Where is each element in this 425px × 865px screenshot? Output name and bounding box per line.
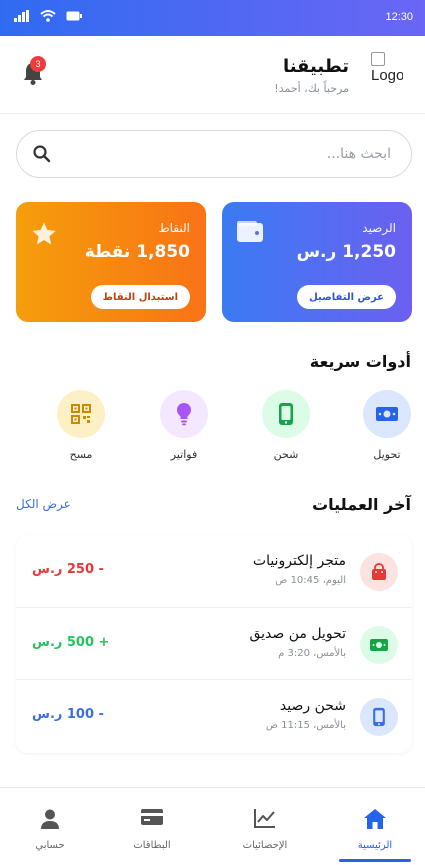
tool-transfer[interactable]: تحويل: [357, 390, 417, 470]
transaction-date: بالأمس، 11:15 ص: [265, 720, 346, 731]
recent-transactions-title: آخر العمليات: [312, 495, 411, 514]
view-details-button[interactable]: عرض التفاصيل: [297, 285, 396, 309]
tool-recharge[interactable]: شحن: [256, 390, 316, 470]
logo-alt-text: Logo: [371, 67, 403, 84]
qr-code-icon: [71, 404, 91, 424]
home-icon: [364, 809, 386, 829]
credit-card-icon: [141, 809, 163, 825]
tool-transfer-label: تحويل: [373, 448, 401, 461]
transaction-name: تحويل من صديق: [249, 626, 346, 642]
status-bar: 12:30: [0, 0, 425, 36]
app-title: تطبيقنا: [282, 56, 349, 77]
nav-item-account[interactable]: حسابي: [0, 788, 100, 865]
tool-recharge-circle: [262, 390, 310, 438]
nav-label-home: الرئيسية: [357, 840, 393, 851]
tool-bills-label: فواتير: [170, 448, 198, 461]
search-bar: [16, 130, 412, 178]
money-transfer-icon: [376, 407, 398, 421]
wifi-icon: [40, 10, 56, 22]
chart-line-icon: [254, 809, 275, 828]
transaction-icon-circle: [360, 553, 398, 591]
transaction-amount: - 250 ر.س: [32, 562, 104, 577]
welcome-message: مرحباً بك، أحمد!: [274, 82, 349, 95]
quick-tools-title: أدوات سريعة: [309, 352, 411, 371]
transactions-list: متجر إلكترونيات اليوم، 10:45 ص - 250 ر.س…: [16, 535, 412, 753]
user-icon: [41, 809, 59, 829]
shopping-bag-icon: [372, 563, 386, 580]
redeem-points-button[interactable]: استبدال النقاط: [90, 285, 190, 309]
tool-scan-circle: [57, 390, 105, 438]
points-label: النقاط: [158, 221, 190, 235]
transaction-name: شحن رصيد: [279, 698, 346, 714]
star-icon: [32, 222, 56, 245]
battery-icon: [66, 11, 82, 21]
nav-label-cards: البطاقات: [133, 840, 171, 851]
nav-item-statistics[interactable]: الإحصائيات: [215, 788, 315, 865]
transaction-row[interactable]: تحويل من صديق بالأمس، 3:20 م + 500 ر.س: [16, 607, 412, 679]
transaction-icon-circle: [360, 698, 398, 736]
tool-bills[interactable]: فواتير: [154, 390, 214, 470]
signal-icon: [14, 10, 29, 22]
cash-icon: [370, 639, 388, 651]
tool-recharge-label: شحن: [273, 448, 299, 461]
tool-bills-circle: [160, 390, 208, 438]
lightbulb-icon: [177, 403, 191, 426]
status-icons: [14, 10, 82, 22]
tool-transfer-circle: [363, 390, 411, 438]
tool-scan-label: مسح: [69, 448, 93, 461]
balance-card: الرصيد 1,250 ر.س عرض التفاصيل: [222, 202, 412, 322]
nav-item-cards[interactable]: البطاقات: [102, 788, 202, 865]
points-value: 1,850 نقطة: [84, 242, 190, 262]
view-all-link[interactable]: عرض الكل: [16, 497, 71, 511]
transaction-amount: - 100 ر.س: [32, 707, 104, 722]
notification-badge: 3: [30, 56, 46, 72]
bottom-navigation: الرئيسية الإحصائيات البطاقات حسابي: [0, 787, 425, 865]
transaction-name: متجر إلكترونيات: [252, 553, 346, 569]
transaction-row[interactable]: متجر إلكترونيات اليوم، 10:45 ص - 250 ر.س: [16, 535, 412, 607]
search-icon[interactable]: [33, 145, 51, 163]
nav-label-account: حسابي: [35, 840, 65, 851]
search-input[interactable]: [91, 143, 391, 165]
balance-value: 1,250 ر.س: [296, 242, 396, 262]
app-header: Logo تطبيقنا مرحباً بك، أحمد! 3: [0, 36, 425, 114]
status-time: 12:30: [385, 11, 413, 23]
transaction-icon-circle: [360, 626, 398, 664]
wallet-icon: [237, 221, 263, 242]
nav-label-statistics: الإحصائيات: [242, 840, 288, 851]
transaction-date: بالأمس، 3:20 م: [278, 648, 346, 659]
mobile-phone-icon: [373, 707, 385, 727]
transaction-row[interactable]: شحن رصيد بالأمس، 11:15 ص - 100 ر.س: [16, 679, 412, 751]
transaction-amount: + 500 ر.س: [32, 635, 110, 650]
mobile-phone-icon: [279, 403, 293, 425]
app-logo: Logo: [371, 52, 403, 92]
tool-scan[interactable]: مسح: [51, 390, 111, 470]
balance-label: الرصيد: [362, 221, 396, 235]
points-card: النقاط 1,850 نقطة استبدال النقاط: [16, 202, 206, 322]
nav-item-home[interactable]: الرئيسية: [325, 788, 425, 865]
broken-image-icon: [371, 52, 385, 66]
transaction-date: اليوم، 10:45 ص: [275, 575, 346, 586]
